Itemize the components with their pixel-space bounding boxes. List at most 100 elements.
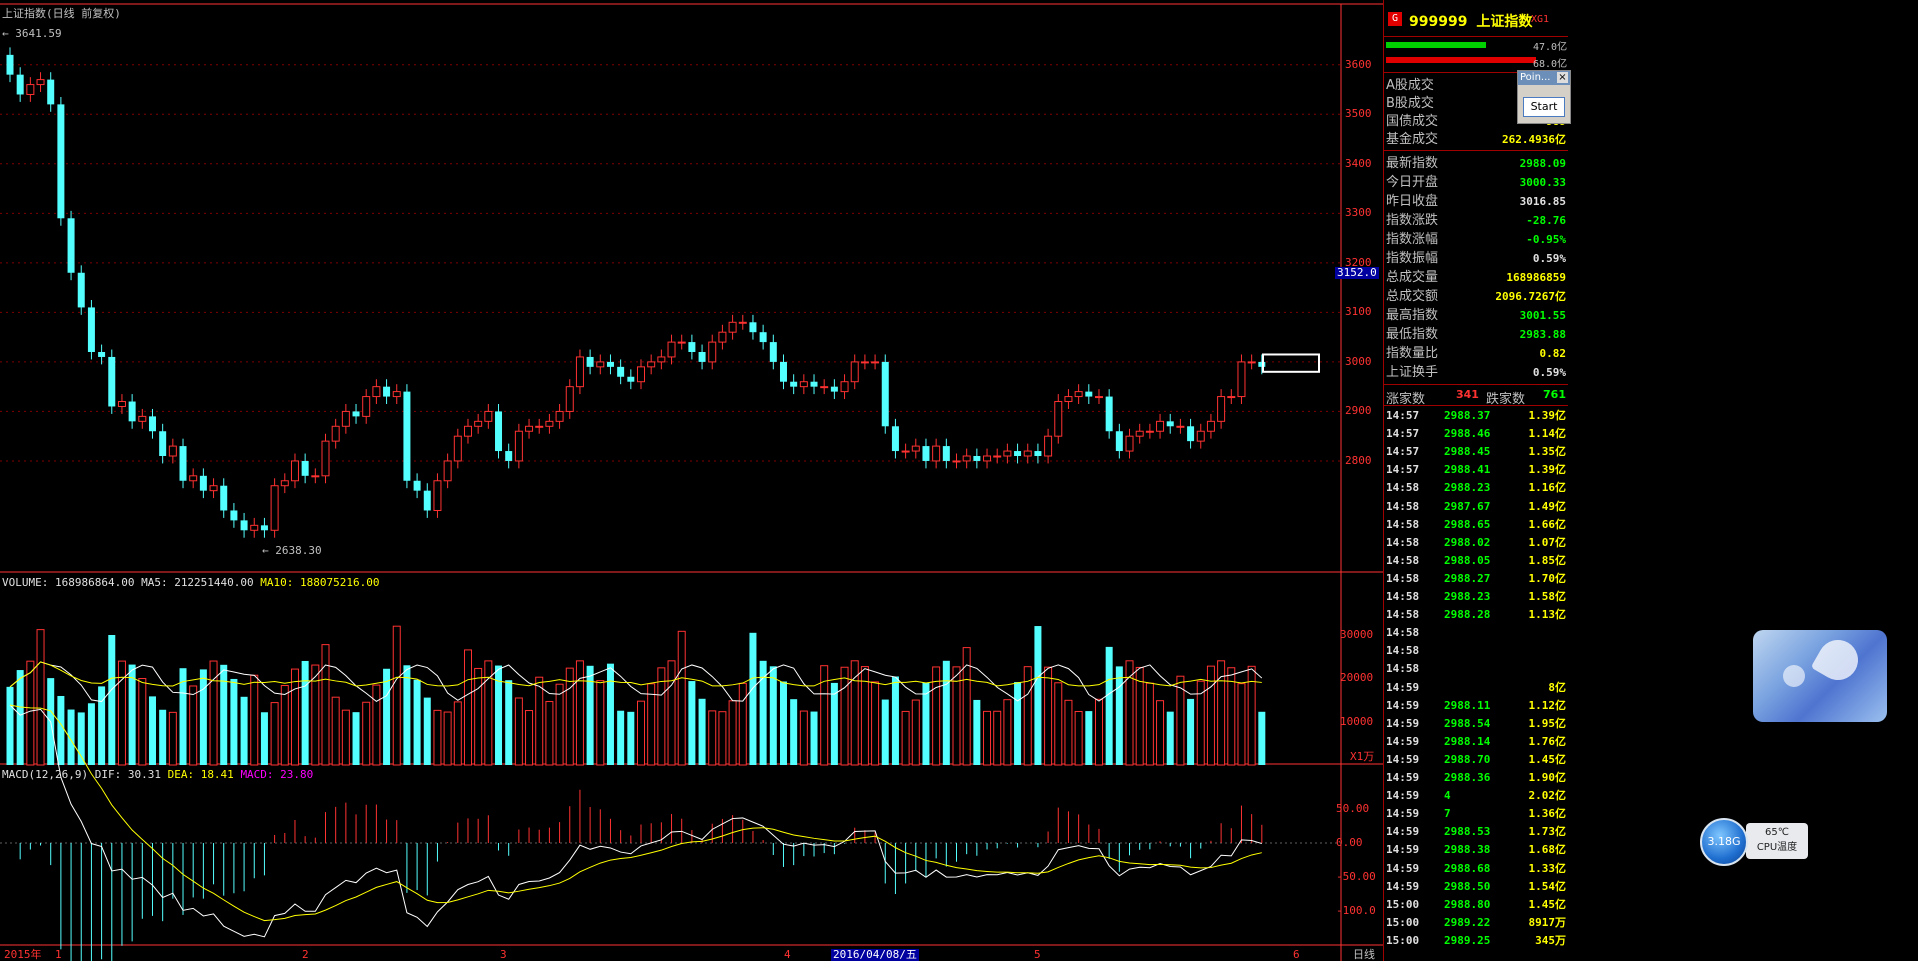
price-tick-label: 3400 [1345, 156, 1372, 170]
tick-amount: 1.12亿 [1528, 698, 1567, 712]
volume-bar-up [362, 701, 371, 766]
turnover-key: A股成交 [1386, 78, 1434, 93]
tick-time: 14:59 [1386, 698, 1420, 712]
volume-bar-down [1258, 711, 1266, 765]
volume-bar-up [392, 625, 401, 766]
candle-body-up [1054, 401, 1063, 437]
cpu-monitor-widget[interactable]: 65℃ CPU温度 3.18G [1700, 818, 1810, 866]
candle-body-up [1125, 435, 1134, 452]
tick-amount: 1.14亿 [1528, 427, 1567, 441]
tick-row: 14:59 2988.11 1.12亿 [1386, 699, 1566, 713]
date-tick-label: 4 [784, 948, 791, 961]
candle-body-up [820, 386, 829, 389]
turnover-key: 基金成交 [1386, 132, 1439, 147]
stat-row: 上证换手 0.59% [1386, 365, 1566, 380]
volume-bar-down [759, 660, 767, 765]
tick-price: 2988.38 [1444, 843, 1491, 857]
stat-row: 指数量比 0.82 [1386, 346, 1566, 361]
tick-row: 14:58 2988.23 1.16亿 [1386, 481, 1566, 495]
volume-bar-up [1054, 682, 1063, 766]
candle-body-up [565, 386, 574, 412]
tick-row: 14:57 2988.41 1.39亿 [1386, 463, 1566, 477]
candle-body-up [453, 435, 462, 462]
volume-bar-up [372, 684, 381, 766]
volume-bar-down [108, 634, 116, 765]
tick-price: 2988.27 [1444, 571, 1491, 585]
stat-key: 最低指数 [1386, 327, 1439, 342]
candle-body-down [47, 79, 55, 105]
volume-bar-down [423, 697, 431, 765]
volume-bar-up [311, 664, 320, 766]
tick-time: 14:59 [1386, 825, 1420, 839]
tick-time: 14:57 [1386, 427, 1420, 441]
candle-body-up [433, 480, 442, 511]
volume-bar-down [57, 695, 65, 765]
tick-time: 14:59 [1386, 807, 1420, 821]
tick-price: 2988.70 [1444, 752, 1491, 766]
volume-bar-up [321, 644, 330, 766]
ma5-label: MA5: 212251440.00 [141, 576, 254, 589]
volume-bar-down [627, 711, 635, 765]
tick-price: 2988.53 [1444, 825, 1491, 839]
candle-body-down [16, 74, 24, 95]
volume-bar-up [1145, 682, 1154, 766]
candle-body-down [77, 272, 85, 308]
volume-bar-up [1237, 683, 1246, 766]
candle-body-up [36, 79, 45, 86]
candle-body-up [1217, 396, 1226, 422]
stat-value: 168986859 [1506, 271, 1566, 284]
flower-widget-image[interactable] [1753, 630, 1887, 722]
volume-bar-up [514, 697, 523, 766]
stat-row: 最低指数 2983.88 [1386, 327, 1566, 342]
candle-body-down [240, 520, 248, 531]
cpu-temp-label: CPU温度 [1756, 842, 1798, 853]
volume-ma10-line [9, 661, 1262, 688]
tick-row: 14:59 7 1.36亿 [1386, 807, 1566, 821]
volume-bar-up [1044, 666, 1053, 766]
date-tick-label: 6 [1293, 948, 1300, 961]
kline-chart[interactable] [0, 0, 1383, 961]
start-button[interactable]: Start [1523, 97, 1565, 117]
candle-body-down [505, 451, 513, 461]
tick-row: 14:59 2988.53 1.73亿 [1386, 825, 1566, 839]
candle-body-up [1135, 430, 1144, 437]
volume-bar-up [138, 678, 147, 766]
stat-value: -0.95% [1526, 233, 1566, 246]
tick-amount: 1.35亿 [1528, 445, 1567, 459]
turnover-row: 基金成交 262.4936亿 [1386, 132, 1566, 147]
tick-row: 14:58 2988.23 1.58亿 [1386, 590, 1566, 604]
tick-price: 2989.25 [1444, 933, 1491, 947]
panel-tag: XG1 [1531, 14, 1550, 25]
tick-amount: 1.58亿 [1528, 590, 1567, 603]
stat-value: 0.59% [1532, 366, 1566, 379]
volume-bar-up [850, 660, 859, 766]
price-tick-label: 3600 [1345, 57, 1372, 71]
candle-body-down [1034, 451, 1042, 456]
volume-bar-up [26, 660, 35, 766]
candle-body-up [667, 341, 676, 358]
tick-price: 2988.23 [1444, 481, 1491, 495]
high-marker: ← 3641.59 [2, 27, 62, 40]
volume-bar-down [617, 710, 625, 765]
tick-row: 14:59 2988.68 1.33亿 [1386, 862, 1566, 876]
candle-body-up [637, 366, 645, 383]
tick-time: 14:59 [1386, 861, 1420, 875]
candle-body-up [545, 420, 554, 427]
candle-body-down [67, 218, 75, 273]
volume-bar-up [993, 710, 1002, 766]
tick-price: 2988.36 [1444, 771, 1491, 784]
volume-bar-down [698, 698, 706, 765]
tick-price: 4 [1444, 789, 1451, 803]
volume-bar-up [443, 711, 452, 766]
tick-amount: 1.76亿 [1528, 734, 1567, 748]
point-popup[interactable]: Poin... × Start [1517, 70, 1571, 124]
tick-time: 14:58 [1386, 644, 1420, 658]
popup-titlebar[interactable]: Poin... × [1518, 71, 1570, 85]
tick-amount: 2.02亿 [1528, 789, 1567, 803]
close-icon[interactable]: × [1557, 72, 1568, 83]
stat-value: 0.59% [1532, 252, 1566, 265]
candle-body-down [413, 480, 421, 491]
tick-amount: 1.95亿 [1528, 716, 1567, 730]
volume-bar-down [383, 668, 391, 765]
volume-bar-down [220, 664, 228, 765]
